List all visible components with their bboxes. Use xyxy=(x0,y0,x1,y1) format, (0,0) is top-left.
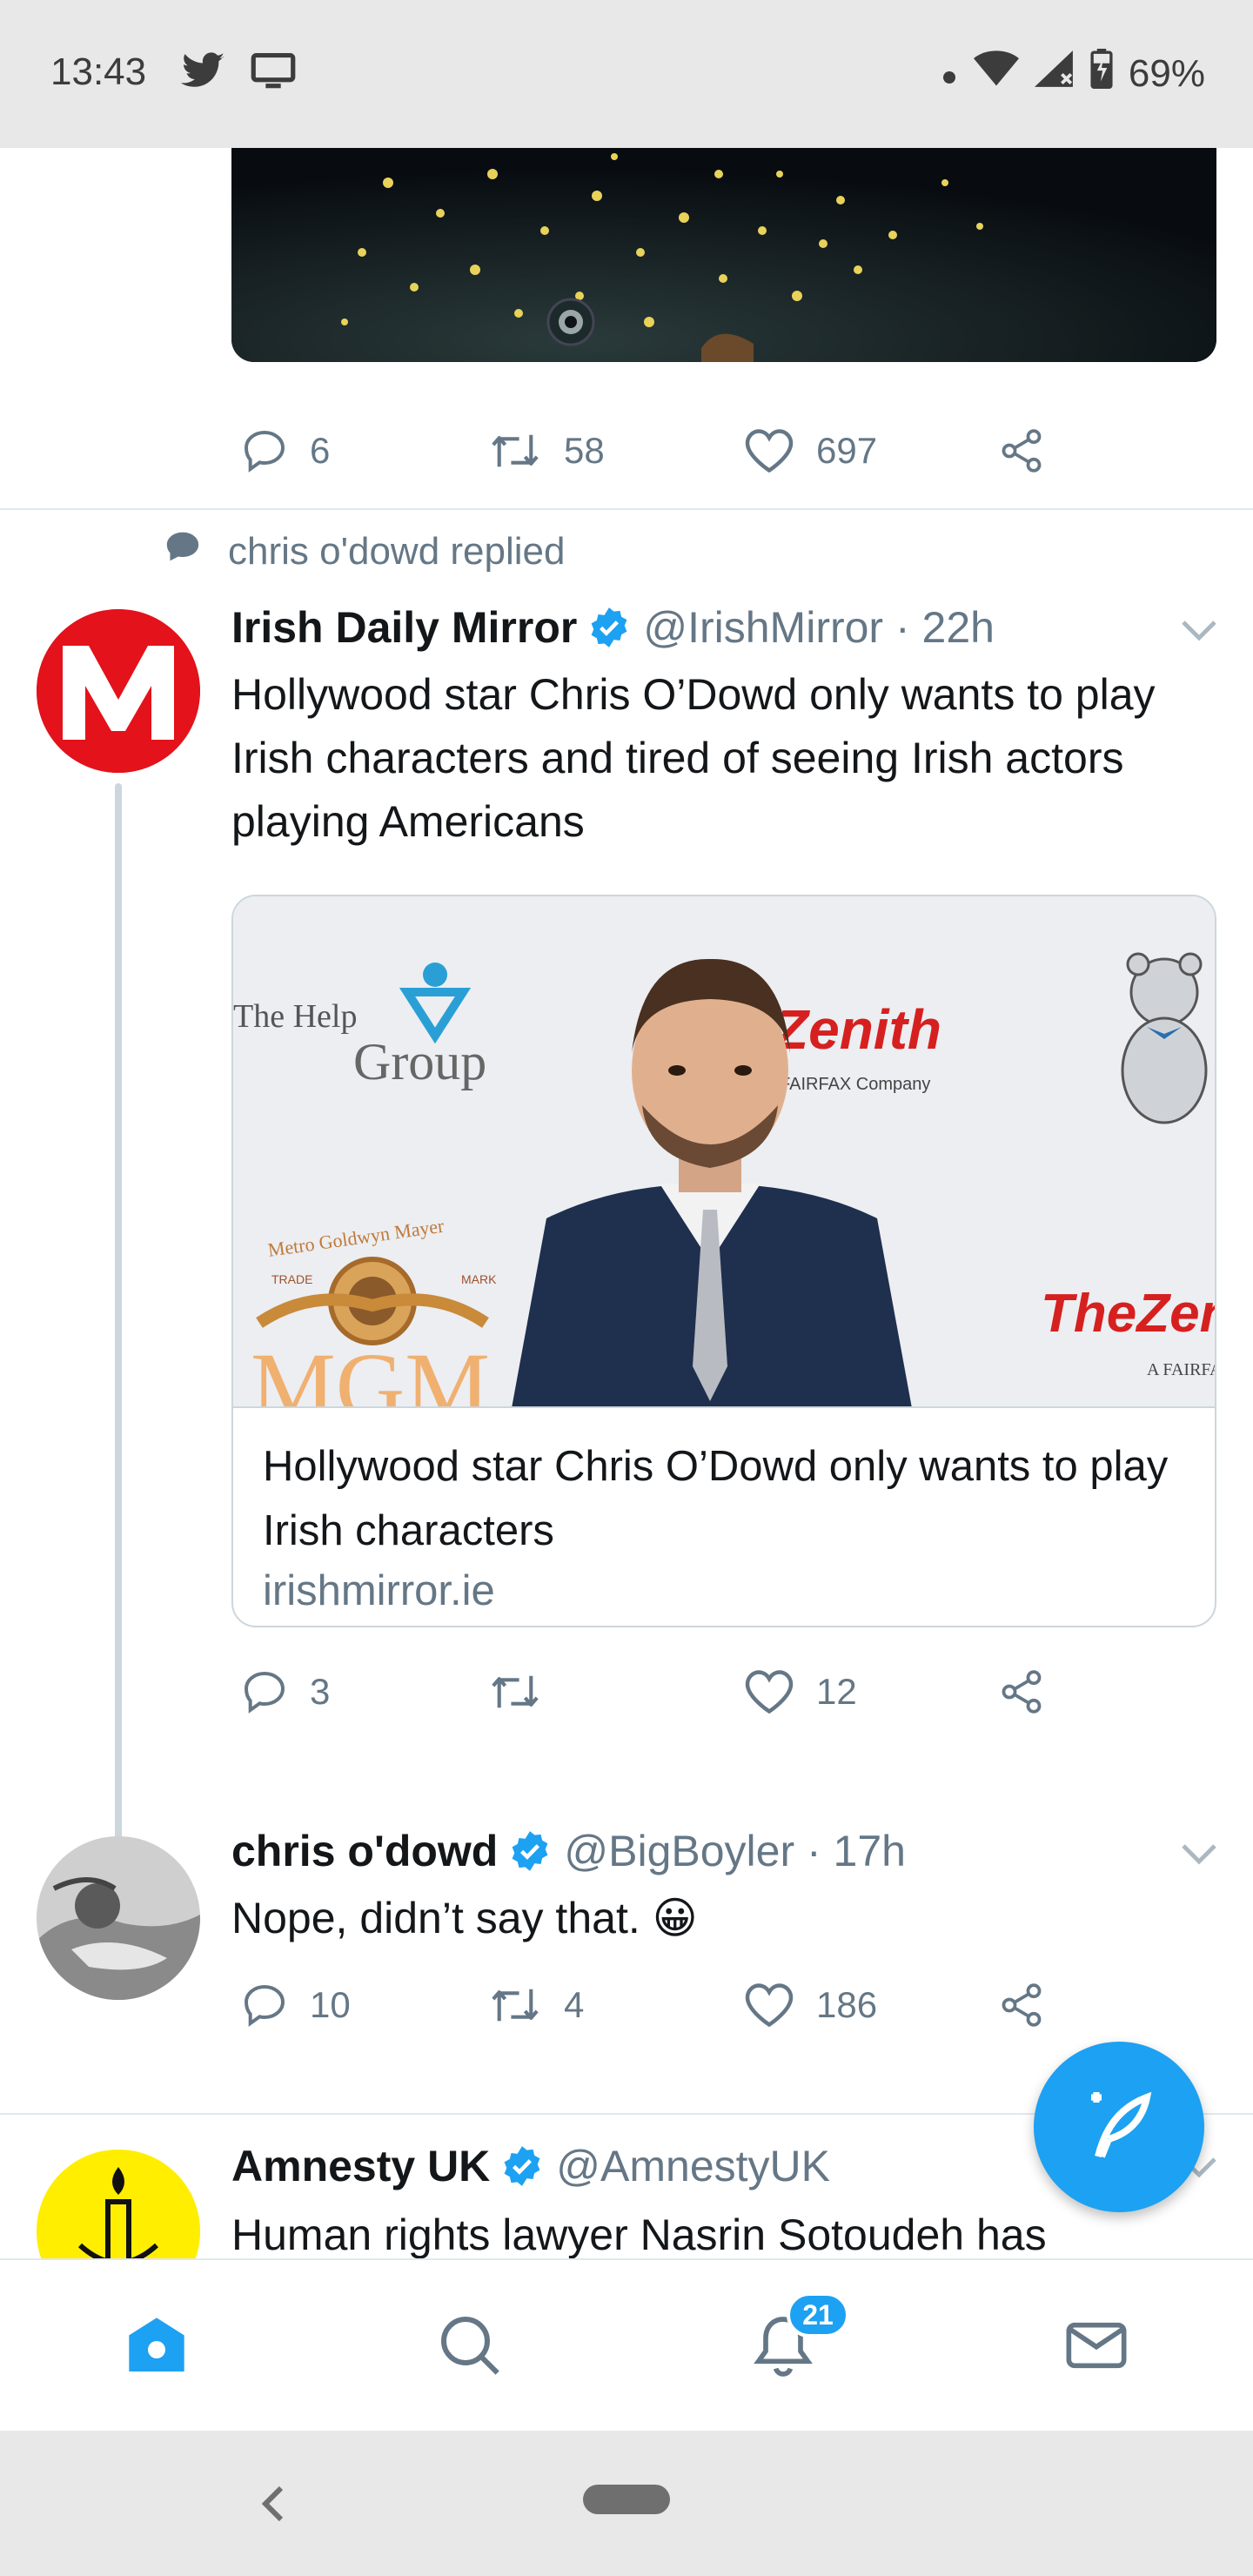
logo-text: The Help xyxy=(233,998,357,1035)
retweet-button[interactable]: 58 xyxy=(487,426,605,475)
reply-button[interactable]: 6 xyxy=(240,426,330,475)
author-handle: @AmnestyUK xyxy=(556,2142,831,2190)
tweet-text: Human rights lawyer Nasrin Sotoudeh has xyxy=(231,2210,1047,2258)
link-card-image: The Help Group Zenith FAIRFAX Company Me… xyxy=(233,896,1215,1408)
share-icon xyxy=(997,1981,1046,2029)
reply-icon xyxy=(240,1667,289,1716)
monitor-icon xyxy=(251,52,296,95)
tweet-header[interactable]: Amnesty UK @AmnestyUK xyxy=(231,2141,830,2191)
retweet-button[interactable]: 4 xyxy=(487,1981,584,2029)
reply-button[interactable]: 10 xyxy=(240,1981,351,2029)
logo-text: Group xyxy=(353,1033,486,1090)
logo-text: TRADE xyxy=(271,1272,312,1286)
verified-badge-icon xyxy=(500,2144,544,2188)
avatar-irish-mirror[interactable] xyxy=(37,609,200,773)
home-icon[interactable] xyxy=(122,2311,191,2385)
share-icon xyxy=(997,426,1046,475)
logo-text: TheZen xyxy=(1041,1284,1215,1344)
reply-icon xyxy=(240,426,289,475)
tweet-text: Nope, didn’t say that. 😀 xyxy=(231,1894,698,1942)
chevron-down-icon[interactable] xyxy=(1180,1841,1218,1872)
bottom-navigation xyxy=(0,2258,1253,2431)
retweet-icon xyxy=(487,426,543,475)
timeline-feed[interactable]: 6 58 697 chris o'dowd replied Irish Dail… xyxy=(0,148,1253,2258)
share-button[interactable] xyxy=(997,1981,1046,2029)
tweet-header[interactable]: Irish Daily Mirror @IrishMirror · 22h xyxy=(231,602,995,653)
link-card[interactable]: The Help Group Zenith FAIRFAX Company Me… xyxy=(231,895,1216,1627)
tweet-media-image[interactable] xyxy=(231,148,1216,362)
logo-text: MGM xyxy=(251,1333,490,1408)
back-icon[interactable] xyxy=(258,2483,289,2529)
retweet-icon xyxy=(487,1667,543,1716)
dot-icon xyxy=(941,52,958,96)
author-handle: @BigBoyler · 17h xyxy=(564,1827,906,1875)
logo-text: MARK xyxy=(461,1272,497,1286)
tweet-actions: 6 58 697 xyxy=(231,425,1067,477)
home-pill[interactable] xyxy=(583,2485,670,2514)
battery-charging-icon xyxy=(1090,49,1113,98)
like-button[interactable]: 186 xyxy=(743,1981,877,2029)
system-navigation-bar xyxy=(0,2431,1253,2576)
search-icon[interactable] xyxy=(435,2311,505,2385)
tweet-header[interactable]: chris o'dowd @BigBoyler · 17h xyxy=(231,1826,906,1876)
share-button[interactable] xyxy=(997,1667,1046,1716)
retweet-button[interactable] xyxy=(487,1667,564,1716)
avatar-chris-odowd[interactable] xyxy=(37,1836,200,2000)
logo-text: Zenith xyxy=(773,998,941,1061)
tweet-actions: 3 12 xyxy=(231,1666,1067,1718)
like-button[interactable]: 697 xyxy=(743,426,877,475)
compose-tweet-button[interactable] xyxy=(1034,2042,1204,2212)
logo-text: FAIRFAX Company xyxy=(780,1075,930,1094)
author-name[interactable]: Irish Daily Mirror xyxy=(231,602,577,653)
status-bar: 13:43 69% xyxy=(0,0,1253,148)
retweet-icon xyxy=(487,1981,543,2029)
reply-bubble-icon xyxy=(164,529,202,574)
share-icon xyxy=(997,1667,1046,1716)
signal-icon xyxy=(1034,50,1075,97)
tweet-text: Hollywood star Chris O’Dowd only wants t… xyxy=(231,670,1156,846)
heart-icon xyxy=(743,1981,795,2029)
verified-badge-icon xyxy=(508,1829,552,1873)
heart-icon xyxy=(743,1667,795,1716)
logo-text: A FAIRFAX xyxy=(1147,1360,1215,1379)
battery-percent: 69% xyxy=(1128,51,1205,95)
verified-badge-icon xyxy=(587,606,631,649)
avatar-amnesty-uk[interactable] xyxy=(37,2150,200,2258)
share-button[interactable] xyxy=(997,426,1046,475)
reply-icon xyxy=(240,1981,289,2029)
compose-feather-icon xyxy=(1077,2083,1161,2171)
tweet-actions: 10 4 186 xyxy=(231,1979,1067,2031)
notifications-badge: 21 xyxy=(787,2292,849,2338)
reply-button[interactable]: 3 xyxy=(240,1667,330,1716)
chevron-down-icon[interactable] xyxy=(1180,618,1218,648)
author-name[interactable]: Amnesty UK xyxy=(231,2141,490,2191)
twitter-bird-icon xyxy=(181,52,226,95)
divider xyxy=(0,508,1253,510)
wifi-icon xyxy=(973,50,1019,97)
link-card-domain: irishmirror.ie xyxy=(263,1567,495,1614)
link-card-title: Hollywood star Chris O’Dowd only wants t… xyxy=(263,1443,1169,1554)
thread-line xyxy=(115,783,122,1982)
heart-icon xyxy=(743,426,795,475)
author-name[interactable]: chris o'dowd xyxy=(231,1826,498,1876)
reply-context: chris o'dowd replied xyxy=(164,529,566,574)
like-button[interactable]: 12 xyxy=(743,1667,857,1716)
author-handle: @IrishMirror · 22h xyxy=(643,603,995,652)
status-time: 13:43 xyxy=(50,50,147,93)
messages-icon[interactable] xyxy=(1062,2311,1131,2385)
